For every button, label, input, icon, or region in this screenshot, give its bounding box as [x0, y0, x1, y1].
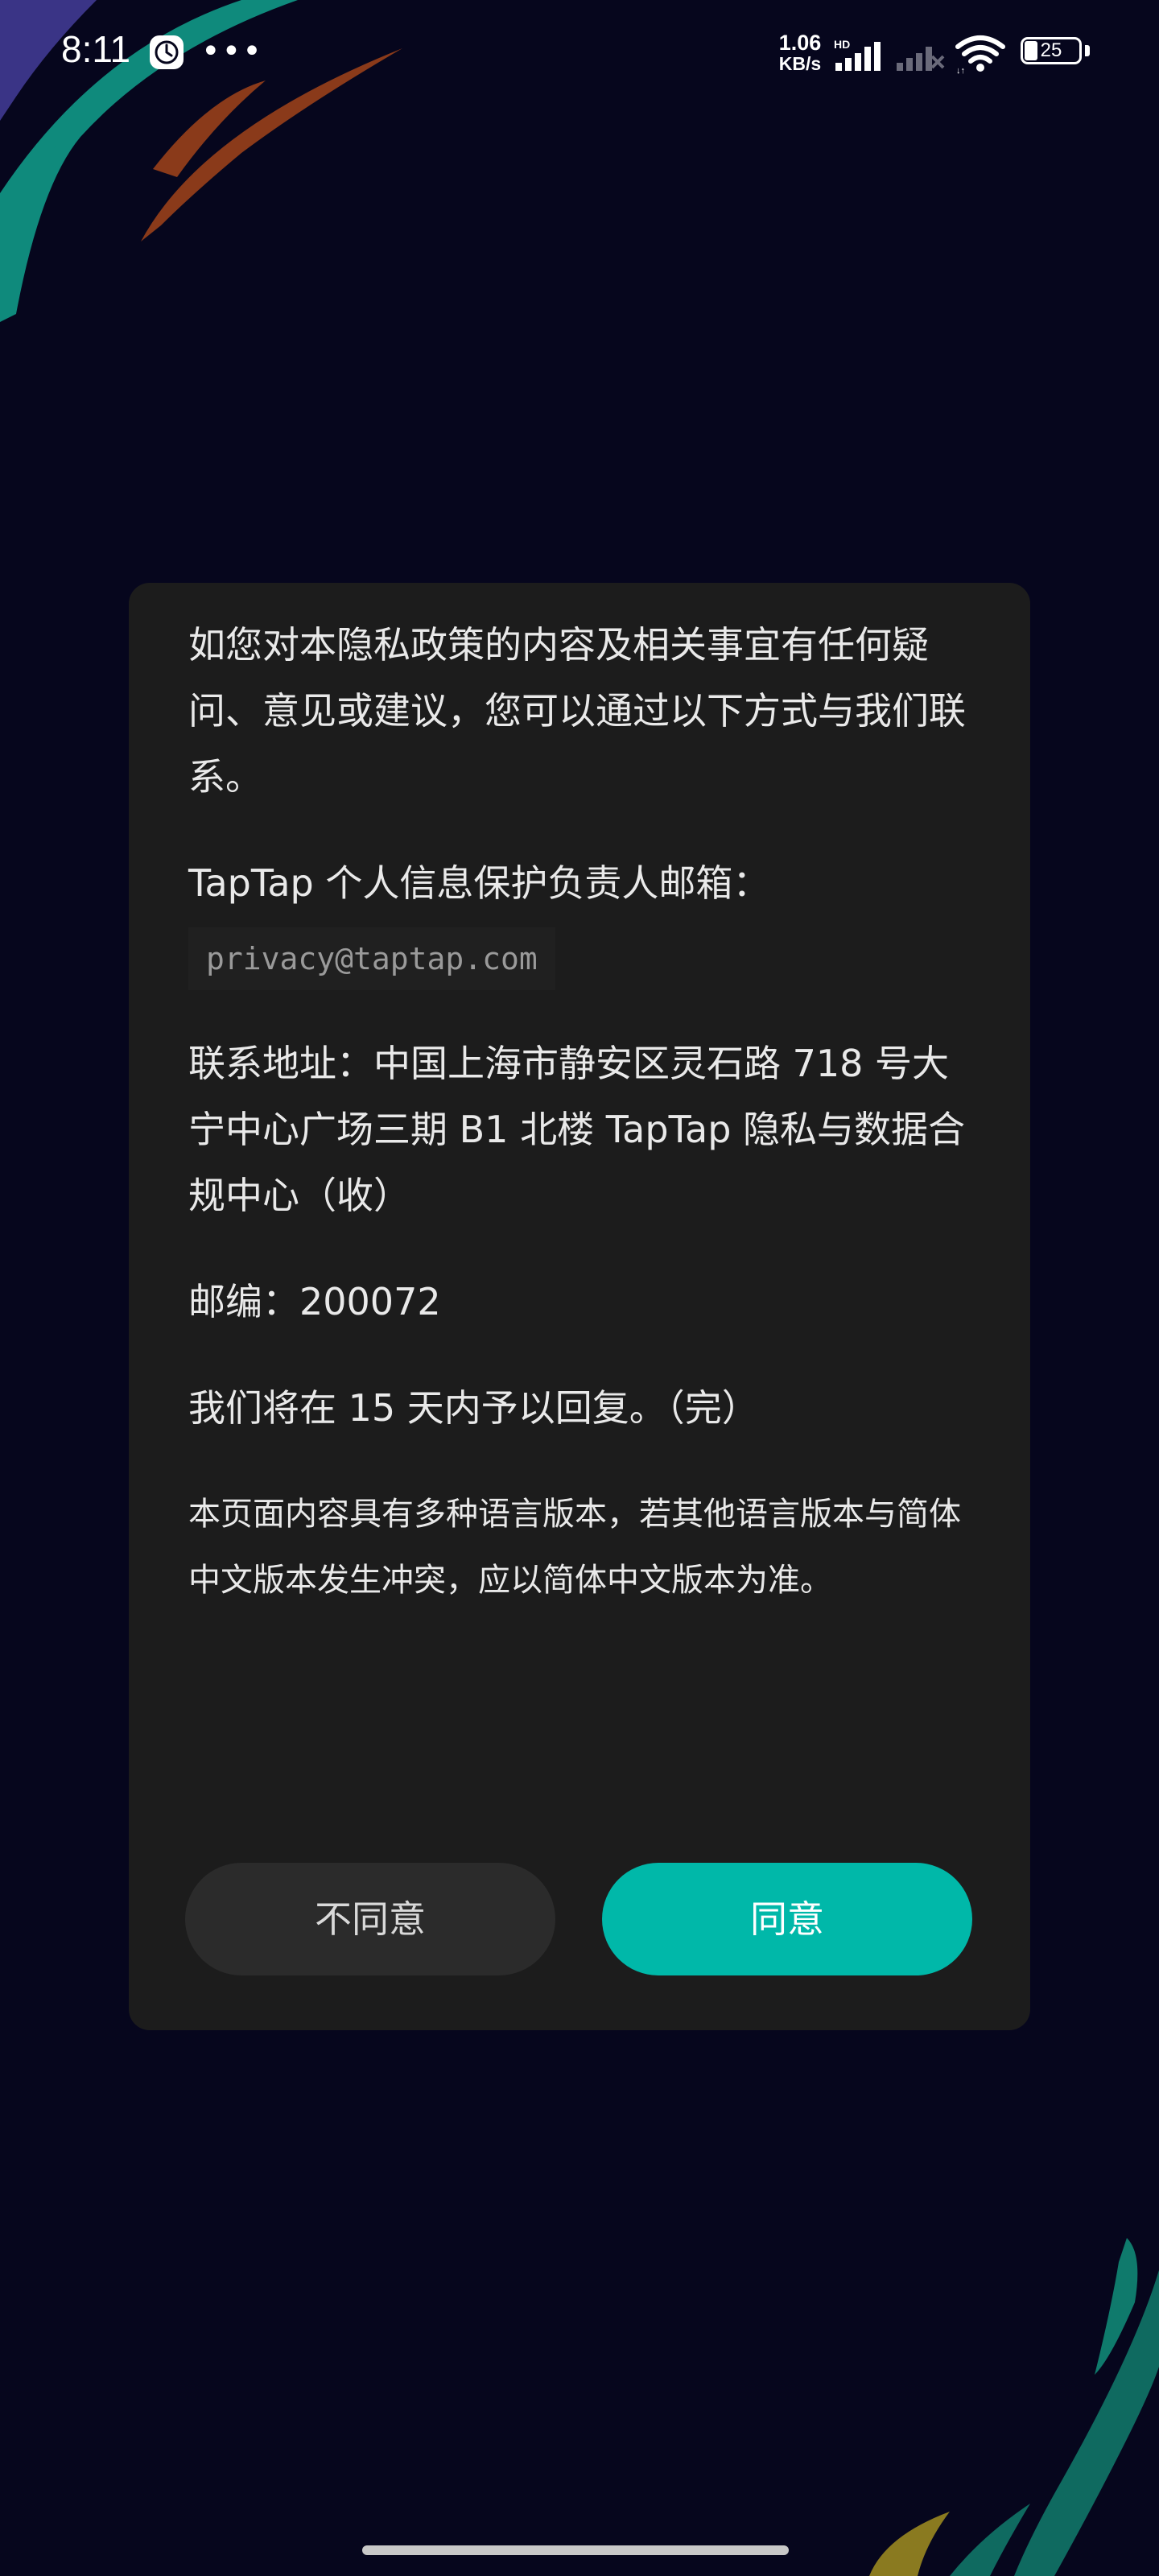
- screen: 8:11 ••• 1.06 KB/s HD ↓↑ 25 如您对本隐私政策的内容及…: [0, 0, 1159, 2576]
- privacy-email[interactable]: privacy@taptap.com: [188, 927, 555, 990]
- reply-notice: 我们将在 15 天内予以回复。（完）: [188, 1386, 759, 1430]
- status-time: 8:11: [61, 28, 131, 70]
- postcode-text: 邮编：200072: [188, 1280, 441, 1323]
- signal-icon: HD: [834, 39, 881, 71]
- dialog-content[interactable]: 如您对本隐私政策的内容及相关事宜有任何疑问、意见或建议，您可以通过以下方式与我们…: [188, 612, 977, 1653]
- hd-label: HD: [834, 39, 850, 51]
- disagree-button[interactable]: 不同意: [185, 1863, 555, 1975]
- language-version-note: 本页面内容具有多种语言版本，若其他语言版本与简体中文版本发生冲突，应以简体中文版…: [188, 1496, 961, 1599]
- network-speed: 1.06 KB/s: [769, 31, 831, 75]
- svg-text:↓↑: ↓↑: [956, 66, 965, 74]
- email-label: TapTap 个人信息保护负责人邮箱：: [188, 861, 770, 905]
- contact-intro-text: 如您对本隐私政策的内容及相关事宜有任何疑问、意见或建议，您可以通过以下方式与我们…: [188, 623, 966, 799]
- agree-button[interactable]: 同意: [602, 1863, 972, 1975]
- decorative-brush-art-bottom: [869, 2238, 1159, 2576]
- signal-icon-secondary: [897, 47, 945, 71]
- battery-level: 25: [1040, 39, 1062, 61]
- battery-icon: 25: [1021, 37, 1090, 66]
- clock-icon: [150, 35, 184, 69]
- network-speed-unit: KB/s: [778, 53, 822, 74]
- contact-address: 联系地址：中国上海市静安区灵石路 718 号大宁中心广场三期 B1 北楼 Tap…: [188, 1042, 966, 1217]
- status-bar: 8:11 ••• 1.06 KB/s HD ↓↑ 25: [0, 0, 1159, 105]
- home-indicator[interactable]: [362, 2545, 789, 2555]
- network-speed-value: 1.06: [778, 31, 822, 55]
- more-icon: •••: [201, 33, 263, 70]
- wifi-icon: ↓↑: [955, 35, 1005, 74]
- privacy-policy-dialog: 如您对本隐私政策的内容及相关事宜有任何疑问、意见或建议，您可以通过以下方式与我们…: [129, 583, 1030, 2030]
